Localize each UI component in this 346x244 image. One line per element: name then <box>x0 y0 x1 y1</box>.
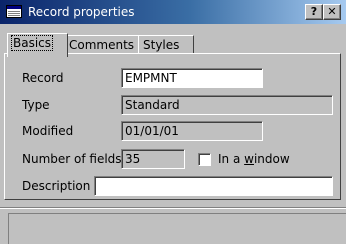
in-window-checkbox[interactable] <box>198 153 211 166</box>
separator-highlight <box>0 208 346 209</box>
tab-comments-label: Comments <box>69 38 135 52</box>
type-field: Standard <box>121 95 333 115</box>
fields-label: Number of fields <box>22 152 122 166</box>
in-window-label[interactable]: In a window <box>218 151 290 167</box>
description-label: Description <box>22 179 91 193</box>
record-field[interactable]: EMPMNT <box>121 68 263 88</box>
help-icon[interactable]: ? <box>305 4 323 20</box>
record-icon <box>6 5 22 18</box>
type-label: Type <box>22 98 50 112</box>
title-bar[interactable]: Record properties ? ✕ <box>0 0 346 24</box>
tab-basics-label: Basics <box>10 35 54 51</box>
tab-basics[interactable]: Basics <box>7 33 68 57</box>
status-bar <box>8 213 346 244</box>
fields-count-field: 35 <box>121 149 185 169</box>
window-title: Record properties <box>28 5 135 19</box>
record-label: Record <box>22 71 64 85</box>
modified-field: 01/01/01 <box>121 121 263 141</box>
description-field[interactable] <box>94 176 333 196</box>
modified-label: Modified <box>22 124 74 138</box>
close-icon[interactable]: ✕ <box>323 4 341 20</box>
tab-styles-label: Styles <box>143 38 180 52</box>
